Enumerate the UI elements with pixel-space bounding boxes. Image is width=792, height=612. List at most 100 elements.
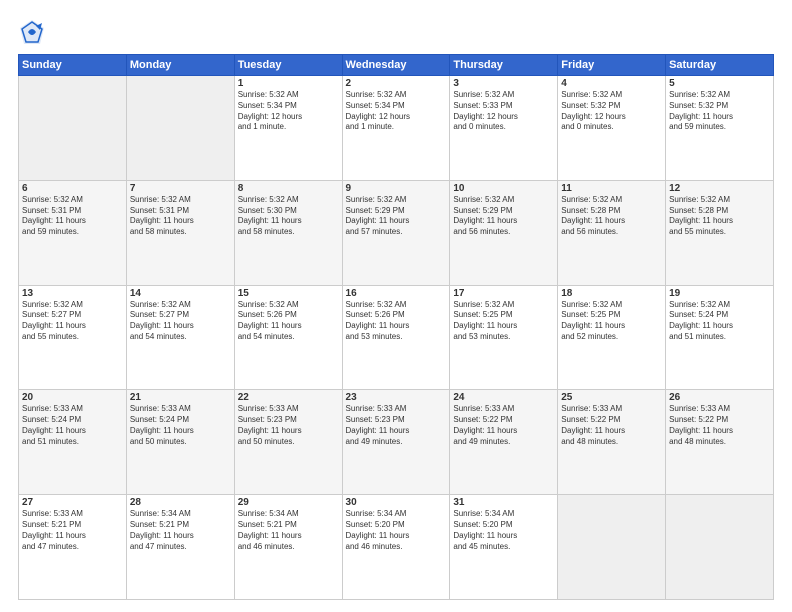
day-number: 20 <box>22 392 123 403</box>
cell-content: Sunrise: 5:32 AMSunset: 5:34 PMDaylight:… <box>238 90 339 133</box>
calendar-week-row: 1Sunrise: 5:32 AMSunset: 5:34 PMDaylight… <box>19 76 774 181</box>
calendar-cell: 11Sunrise: 5:32 AMSunset: 5:28 PMDayligh… <box>558 180 666 285</box>
day-number: 17 <box>453 288 554 299</box>
weekday-header-sunday: Sunday <box>19 55 127 76</box>
cell-content: Sunrise: 5:32 AMSunset: 5:31 PMDaylight:… <box>22 195 123 238</box>
day-number: 27 <box>22 497 123 508</box>
day-number: 22 <box>238 392 339 403</box>
day-number: 5 <box>669 78 770 89</box>
day-number: 30 <box>346 497 447 508</box>
day-number: 18 <box>561 288 662 299</box>
day-number: 31 <box>453 497 554 508</box>
weekday-header-thursday: Thursday <box>450 55 558 76</box>
day-number: 3 <box>453 78 554 89</box>
cell-content: Sunrise: 5:32 AMSunset: 5:25 PMDaylight:… <box>453 300 554 343</box>
day-number: 29 <box>238 497 339 508</box>
calendar-cell: 7Sunrise: 5:32 AMSunset: 5:31 PMDaylight… <box>126 180 234 285</box>
day-number: 13 <box>22 288 123 299</box>
logo <box>18 18 50 46</box>
cell-content: Sunrise: 5:32 AMSunset: 5:24 PMDaylight:… <box>669 300 770 343</box>
calendar-cell: 24Sunrise: 5:33 AMSunset: 5:22 PMDayligh… <box>450 390 558 495</box>
calendar-cell <box>666 495 774 600</box>
cell-content: Sunrise: 5:34 AMSunset: 5:20 PMDaylight:… <box>453 509 554 552</box>
calendar-cell: 1Sunrise: 5:32 AMSunset: 5:34 PMDaylight… <box>234 76 342 181</box>
day-number: 26 <box>669 392 770 403</box>
day-number: 6 <box>22 183 123 194</box>
cell-content: Sunrise: 5:33 AMSunset: 5:23 PMDaylight:… <box>238 404 339 447</box>
cell-content: Sunrise: 5:33 AMSunset: 5:24 PMDaylight:… <box>130 404 231 447</box>
calendar-week-row: 27Sunrise: 5:33 AMSunset: 5:21 PMDayligh… <box>19 495 774 600</box>
weekday-header-row: SundayMondayTuesdayWednesdayThursdayFrid… <box>19 55 774 76</box>
calendar-cell: 17Sunrise: 5:32 AMSunset: 5:25 PMDayligh… <box>450 285 558 390</box>
weekday-header-tuesday: Tuesday <box>234 55 342 76</box>
day-number: 16 <box>346 288 447 299</box>
calendar-cell <box>558 495 666 600</box>
day-number: 10 <box>453 183 554 194</box>
cell-content: Sunrise: 5:32 AMSunset: 5:32 PMDaylight:… <box>561 90 662 133</box>
cell-content: Sunrise: 5:32 AMSunset: 5:29 PMDaylight:… <box>453 195 554 238</box>
cell-content: Sunrise: 5:32 AMSunset: 5:27 PMDaylight:… <box>22 300 123 343</box>
day-number: 12 <box>669 183 770 194</box>
cell-content: Sunrise: 5:32 AMSunset: 5:32 PMDaylight:… <box>669 90 770 133</box>
weekday-header-wednesday: Wednesday <box>342 55 450 76</box>
weekday-header-saturday: Saturday <box>666 55 774 76</box>
day-number: 24 <box>453 392 554 403</box>
day-number: 4 <box>561 78 662 89</box>
day-number: 2 <box>346 78 447 89</box>
cell-content: Sunrise: 5:33 AMSunset: 5:22 PMDaylight:… <box>453 404 554 447</box>
calendar-cell: 29Sunrise: 5:34 AMSunset: 5:21 PMDayligh… <box>234 495 342 600</box>
page: SundayMondayTuesdayWednesdayThursdayFrid… <box>0 0 792 612</box>
cell-content: Sunrise: 5:32 AMSunset: 5:31 PMDaylight:… <box>130 195 231 238</box>
cell-content: Sunrise: 5:33 AMSunset: 5:23 PMDaylight:… <box>346 404 447 447</box>
cell-content: Sunrise: 5:32 AMSunset: 5:29 PMDaylight:… <box>346 195 447 238</box>
cell-content: Sunrise: 5:34 AMSunset: 5:20 PMDaylight:… <box>346 509 447 552</box>
calendar-cell: 15Sunrise: 5:32 AMSunset: 5:26 PMDayligh… <box>234 285 342 390</box>
calendar-cell: 22Sunrise: 5:33 AMSunset: 5:23 PMDayligh… <box>234 390 342 495</box>
cell-content: Sunrise: 5:32 AMSunset: 5:26 PMDaylight:… <box>238 300 339 343</box>
cell-content: Sunrise: 5:32 AMSunset: 5:28 PMDaylight:… <box>561 195 662 238</box>
calendar-cell: 10Sunrise: 5:32 AMSunset: 5:29 PMDayligh… <box>450 180 558 285</box>
calendar-cell: 4Sunrise: 5:32 AMSunset: 5:32 PMDaylight… <box>558 76 666 181</box>
day-number: 14 <box>130 288 231 299</box>
day-number: 15 <box>238 288 339 299</box>
cell-content: Sunrise: 5:32 AMSunset: 5:26 PMDaylight:… <box>346 300 447 343</box>
day-number: 28 <box>130 497 231 508</box>
cell-content: Sunrise: 5:33 AMSunset: 5:22 PMDaylight:… <box>669 404 770 447</box>
calendar-cell <box>126 76 234 181</box>
weekday-header-friday: Friday <box>558 55 666 76</box>
calendar-cell: 25Sunrise: 5:33 AMSunset: 5:22 PMDayligh… <box>558 390 666 495</box>
calendar-cell: 19Sunrise: 5:32 AMSunset: 5:24 PMDayligh… <box>666 285 774 390</box>
cell-content: Sunrise: 5:32 AMSunset: 5:28 PMDaylight:… <box>669 195 770 238</box>
calendar-cell: 18Sunrise: 5:32 AMSunset: 5:25 PMDayligh… <box>558 285 666 390</box>
calendar-cell: 23Sunrise: 5:33 AMSunset: 5:23 PMDayligh… <box>342 390 450 495</box>
calendar-cell: 9Sunrise: 5:32 AMSunset: 5:29 PMDaylight… <box>342 180 450 285</box>
calendar-cell: 12Sunrise: 5:32 AMSunset: 5:28 PMDayligh… <box>666 180 774 285</box>
cell-content: Sunrise: 5:32 AMSunset: 5:27 PMDaylight:… <box>130 300 231 343</box>
day-number: 9 <box>346 183 447 194</box>
cell-content: Sunrise: 5:34 AMSunset: 5:21 PMDaylight:… <box>130 509 231 552</box>
cell-content: Sunrise: 5:33 AMSunset: 5:24 PMDaylight:… <box>22 404 123 447</box>
cell-content: Sunrise: 5:33 AMSunset: 5:22 PMDaylight:… <box>561 404 662 447</box>
day-number: 8 <box>238 183 339 194</box>
calendar-table: SundayMondayTuesdayWednesdayThursdayFrid… <box>18 54 774 600</box>
calendar-cell: 31Sunrise: 5:34 AMSunset: 5:20 PMDayligh… <box>450 495 558 600</box>
calendar-week-row: 6Sunrise: 5:32 AMSunset: 5:31 PMDaylight… <box>19 180 774 285</box>
weekday-header-monday: Monday <box>126 55 234 76</box>
calendar-cell: 8Sunrise: 5:32 AMSunset: 5:30 PMDaylight… <box>234 180 342 285</box>
day-number: 19 <box>669 288 770 299</box>
cell-content: Sunrise: 5:32 AMSunset: 5:34 PMDaylight:… <box>346 90 447 133</box>
calendar-cell: 27Sunrise: 5:33 AMSunset: 5:21 PMDayligh… <box>19 495 127 600</box>
calendar-cell: 30Sunrise: 5:34 AMSunset: 5:20 PMDayligh… <box>342 495 450 600</box>
calendar-cell <box>19 76 127 181</box>
calendar-cell: 16Sunrise: 5:32 AMSunset: 5:26 PMDayligh… <box>342 285 450 390</box>
calendar-cell: 3Sunrise: 5:32 AMSunset: 5:33 PMDaylight… <box>450 76 558 181</box>
calendar-cell: 14Sunrise: 5:32 AMSunset: 5:27 PMDayligh… <box>126 285 234 390</box>
day-number: 1 <box>238 78 339 89</box>
calendar-cell: 21Sunrise: 5:33 AMSunset: 5:24 PMDayligh… <box>126 390 234 495</box>
day-number: 11 <box>561 183 662 194</box>
logo-icon <box>18 18 46 46</box>
calendar-cell: 6Sunrise: 5:32 AMSunset: 5:31 PMDaylight… <box>19 180 127 285</box>
calendar-cell: 26Sunrise: 5:33 AMSunset: 5:22 PMDayligh… <box>666 390 774 495</box>
calendar-cell: 5Sunrise: 5:32 AMSunset: 5:32 PMDaylight… <box>666 76 774 181</box>
cell-content: Sunrise: 5:32 AMSunset: 5:33 PMDaylight:… <box>453 90 554 133</box>
